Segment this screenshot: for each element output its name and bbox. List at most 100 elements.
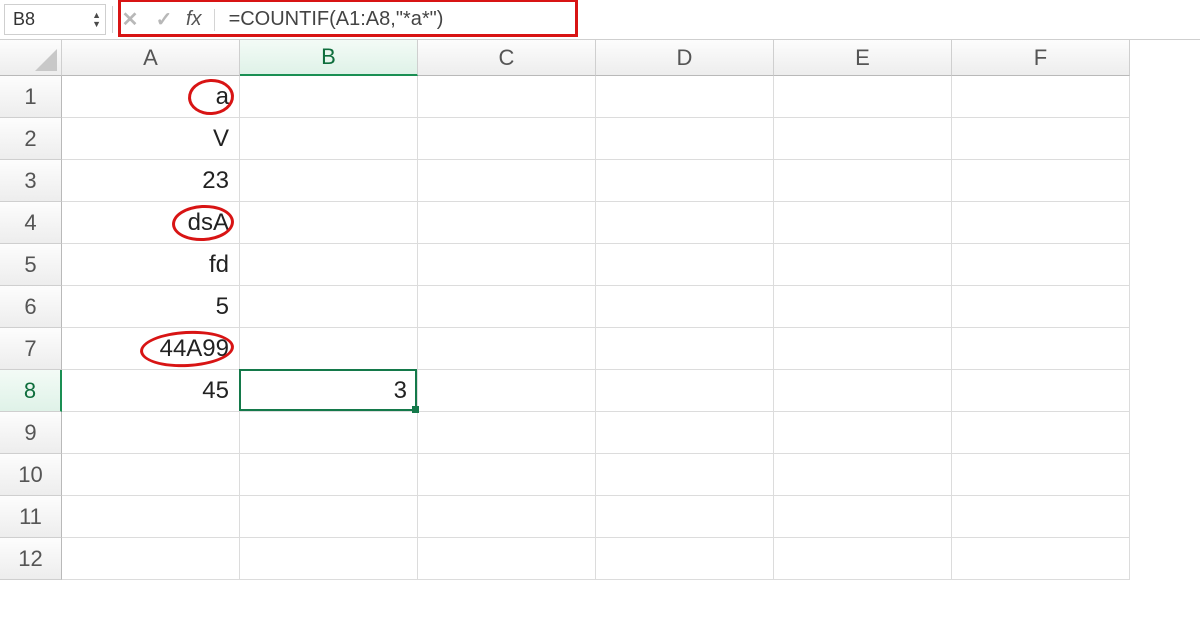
- row-header[interactable]: 12: [0, 538, 62, 580]
- cell[interactable]: a: [62, 76, 240, 118]
- cell[interactable]: [774, 454, 952, 496]
- cell[interactable]: [952, 118, 1130, 160]
- cell[interactable]: [596, 496, 774, 538]
- cell[interactable]: [418, 496, 596, 538]
- cell[interactable]: fd: [62, 244, 240, 286]
- column-header[interactable]: E: [774, 40, 952, 76]
- cell[interactable]: [240, 118, 418, 160]
- cell[interactable]: [62, 538, 240, 580]
- cell[interactable]: [240, 202, 418, 244]
- cell[interactable]: [596, 118, 774, 160]
- cell[interactable]: [596, 538, 774, 580]
- cell[interactable]: [952, 412, 1130, 454]
- cell[interactable]: [240, 328, 418, 370]
- cell[interactable]: [418, 202, 596, 244]
- cell[interactable]: [418, 328, 596, 370]
- cell[interactable]: [774, 538, 952, 580]
- confirm-formula-icon[interactable]: ✓: [152, 7, 176, 32]
- arrow-down-icon[interactable]: ▼: [92, 20, 101, 29]
- cell[interactable]: [952, 244, 1130, 286]
- cell[interactable]: [240, 412, 418, 454]
- row-header[interactable]: 6: [0, 286, 62, 328]
- row-header[interactable]: 5: [0, 244, 62, 286]
- column-header[interactable]: D: [596, 40, 774, 76]
- cell[interactable]: 23: [62, 160, 240, 202]
- row-header[interactable]: 4: [0, 202, 62, 244]
- cell[interactable]: dsA: [62, 202, 240, 244]
- cell[interactable]: [774, 160, 952, 202]
- row-header[interactable]: 2: [0, 118, 62, 160]
- cell[interactable]: [240, 496, 418, 538]
- cell[interactable]: [952, 370, 1130, 412]
- cell[interactable]: [952, 538, 1130, 580]
- cell[interactable]: [952, 160, 1130, 202]
- cell[interactable]: [418, 118, 596, 160]
- cell[interactable]: [774, 244, 952, 286]
- column-header[interactable]: B: [240, 40, 418, 76]
- cell[interactable]: [596, 370, 774, 412]
- cell[interactable]: [596, 244, 774, 286]
- cell[interactable]: [596, 328, 774, 370]
- formula-input[interactable]: =COUNTIF(A1:A8,"*a*"): [229, 8, 1200, 31]
- column-header[interactable]: C: [418, 40, 596, 76]
- cell[interactable]: [952, 496, 1130, 538]
- row-header[interactable]: 3: [0, 160, 62, 202]
- cell[interactable]: [418, 370, 596, 412]
- cell[interactable]: [774, 412, 952, 454]
- row-header[interactable]: 9: [0, 412, 62, 454]
- cell[interactable]: 45: [62, 370, 240, 412]
- cell[interactable]: 5: [62, 286, 240, 328]
- cell[interactable]: [774, 118, 952, 160]
- cell[interactable]: 3: [240, 370, 418, 412]
- cell[interactable]: [596, 412, 774, 454]
- cell[interactable]: [62, 412, 240, 454]
- cell[interactable]: 44A99: [62, 328, 240, 370]
- cell[interactable]: [240, 454, 418, 496]
- spreadsheet-grid[interactable]: ABCDEF1a2V3234dsA5fd65744A9984539101112: [0, 40, 1200, 580]
- cell[interactable]: [62, 496, 240, 538]
- cell[interactable]: [240, 76, 418, 118]
- select-all-corner[interactable]: [0, 40, 62, 76]
- cell[interactable]: V: [62, 118, 240, 160]
- name-box-steppers[interactable]: ▲ ▼: [88, 11, 105, 29]
- cell[interactable]: [240, 244, 418, 286]
- cell[interactable]: [952, 202, 1130, 244]
- cancel-formula-icon[interactable]: ✕: [118, 7, 142, 32]
- cell[interactable]: [418, 76, 596, 118]
- cell[interactable]: [418, 538, 596, 580]
- cell[interactable]: [596, 160, 774, 202]
- cell[interactable]: [418, 244, 596, 286]
- cell[interactable]: [774, 76, 952, 118]
- cell[interactable]: [596, 76, 774, 118]
- cell[interactable]: [952, 286, 1130, 328]
- cell[interactable]: [774, 496, 952, 538]
- cell[interactable]: [774, 328, 952, 370]
- cell[interactable]: [418, 454, 596, 496]
- column-header[interactable]: A: [62, 40, 240, 76]
- divider: [112, 6, 113, 33]
- cell[interactable]: [596, 202, 774, 244]
- cell[interactable]: [240, 160, 418, 202]
- row-header[interactable]: 7: [0, 328, 62, 370]
- cell[interactable]: [774, 202, 952, 244]
- row-header[interactable]: 11: [0, 496, 62, 538]
- cell[interactable]: [418, 412, 596, 454]
- cell[interactable]: [774, 370, 952, 412]
- cell[interactable]: [952, 328, 1130, 370]
- cell[interactable]: [596, 454, 774, 496]
- column-header[interactable]: F: [952, 40, 1130, 76]
- cell[interactable]: [240, 286, 418, 328]
- cell[interactable]: [952, 76, 1130, 118]
- cell[interactable]: [418, 286, 596, 328]
- row-header[interactable]: 10: [0, 454, 62, 496]
- cell[interactable]: [240, 538, 418, 580]
- row-header[interactable]: 8: [0, 370, 62, 412]
- cell[interactable]: [952, 454, 1130, 496]
- cell[interactable]: [596, 286, 774, 328]
- row-header[interactable]: 1: [0, 76, 62, 118]
- cell[interactable]: [774, 286, 952, 328]
- cell[interactable]: [62, 454, 240, 496]
- name-box[interactable]: B8 ▲ ▼: [4, 4, 106, 35]
- fx-icon[interactable]: fx: [186, 8, 202, 31]
- cell[interactable]: [418, 160, 596, 202]
